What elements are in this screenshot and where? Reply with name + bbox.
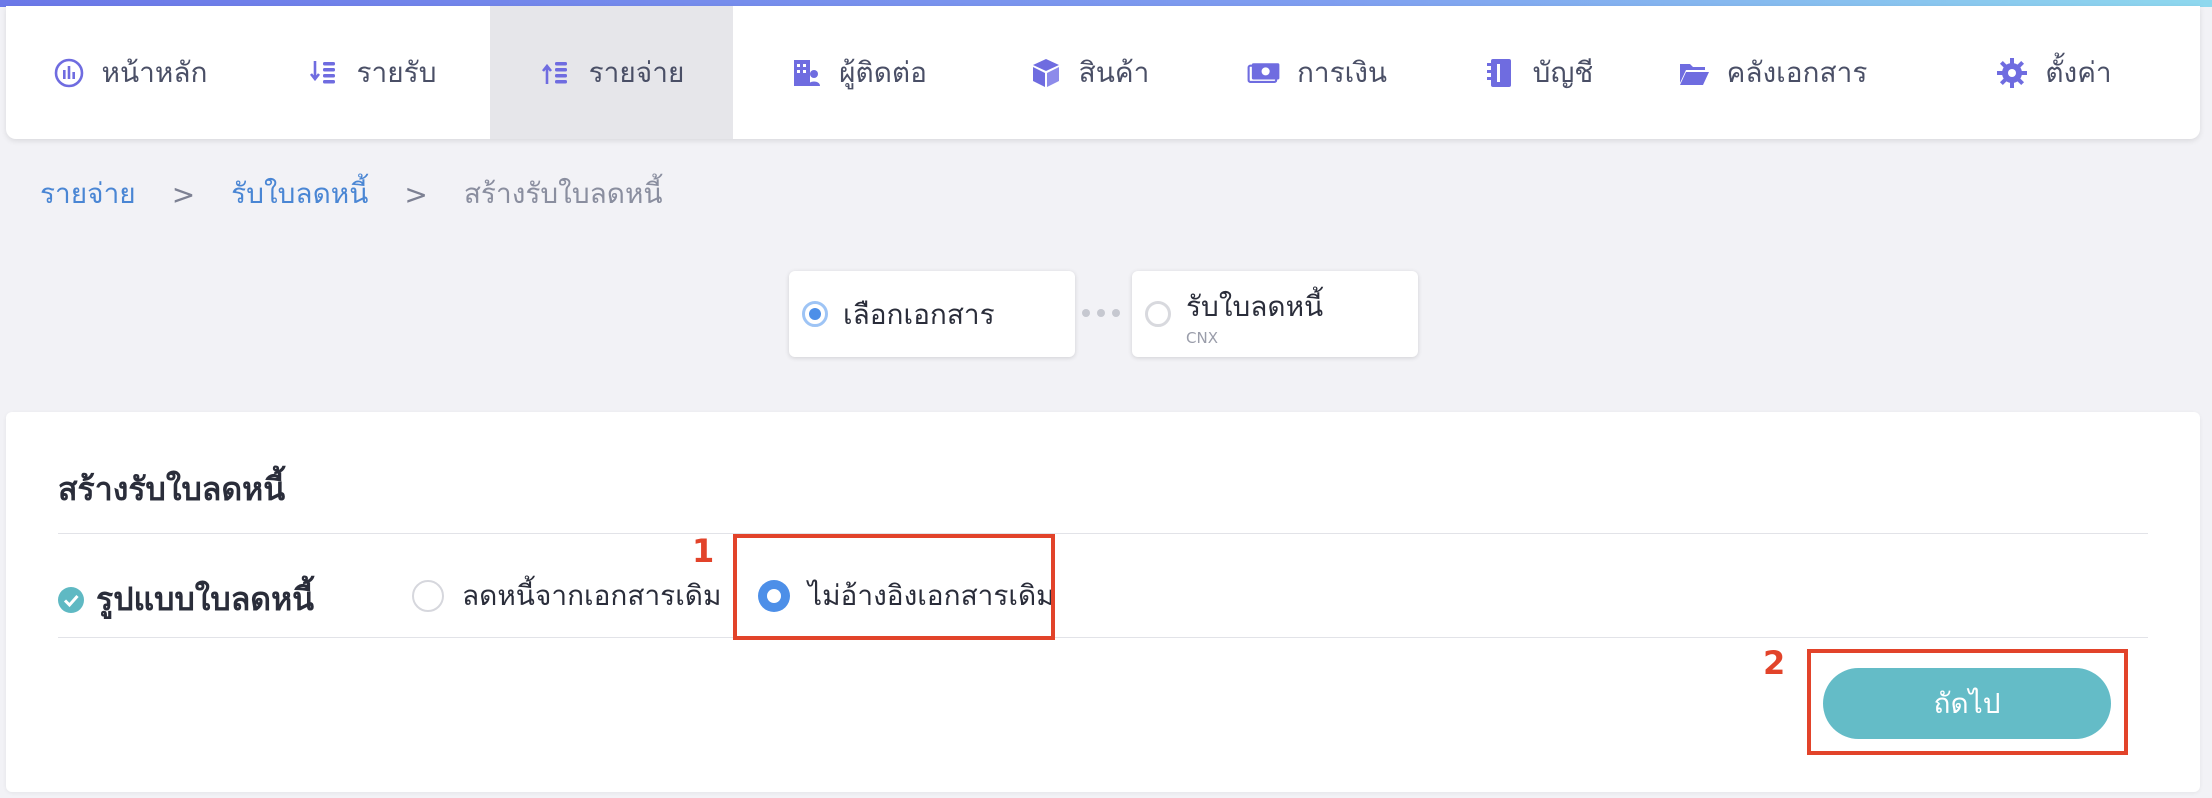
page-title: สร้างรับใบลดหนี้ xyxy=(58,470,286,508)
money-bill-icon xyxy=(1247,56,1281,90)
breadcrumb-link-expense[interactable]: รายจ่าย xyxy=(40,172,136,216)
folder-icon xyxy=(1677,56,1711,90)
step-receive-debit-note: รับใบลดหนี้ CNX xyxy=(1132,271,1418,357)
breadcrumb-separator: > xyxy=(404,177,428,211)
step-label: เลือกเอกสาร xyxy=(843,298,995,331)
radio-option-from-existing-document[interactable]: ลดหนี้จากเอกสารเดิม xyxy=(412,574,721,618)
breadcrumb-separator: > xyxy=(171,177,196,211)
step-connector-dots xyxy=(1082,309,1120,317)
contacts-building-icon xyxy=(789,56,823,90)
nav-label: ตั้งค่า xyxy=(2045,55,2112,89)
radio-label: ลดหนี้จากเอกสารเดิม xyxy=(462,579,722,612)
next-button[interactable]: ถัดไป xyxy=(1823,668,2111,739)
nav-label: รายรับ xyxy=(356,55,437,89)
nav-item-accounts[interactable]: บัญชี xyxy=(1439,6,1637,139)
nav-item-products[interactable]: สินค้า xyxy=(983,6,1195,139)
nav-label: การเงิน xyxy=(1296,55,1388,89)
nav-label: บัญชี xyxy=(1532,55,1594,89)
nav-label: คลังเอกสาร xyxy=(1726,55,1868,89)
field-label-text: รูปแบบใบลดหนี้ xyxy=(96,580,315,618)
nav-item-home[interactable]: หน้าหลัก xyxy=(6,6,253,139)
nav-label: รายจ่าย xyxy=(588,55,685,89)
income-sort-icon xyxy=(307,56,341,90)
nav-item-income[interactable]: รายรับ xyxy=(253,6,490,139)
product-box-icon xyxy=(1029,56,1063,90)
step-sub-code: CNX xyxy=(1186,329,1218,347)
breadcrumb-link-debit-note[interactable]: รับใบลดหนี้ xyxy=(231,172,368,216)
dashboard-chart-icon xyxy=(52,56,86,90)
nav-item-documents[interactable]: คลังเอกสาร xyxy=(1637,6,1907,139)
gear-icon xyxy=(1995,56,2029,90)
annotation-number-2: 2 xyxy=(1763,644,1786,682)
step-idle-indicator xyxy=(1145,301,1171,327)
expense-sort-icon xyxy=(539,56,573,90)
main-navbar: หน้าหลัก รายรับ รายจ่าย ผู้ติดต่อ สินค้า… xyxy=(6,6,2200,139)
breadcrumb-current: สร้างรับใบลดหนี้ xyxy=(463,177,663,210)
radio-circle[interactable] xyxy=(412,580,444,612)
nav-item-settings[interactable]: ตั้งค่า xyxy=(1907,6,2200,139)
annotation-box-1 xyxy=(733,534,1055,640)
ledger-book-icon xyxy=(1483,56,1517,90)
nav-item-finance[interactable]: การเงิน xyxy=(1195,6,1439,139)
field-label-debit-note-type: รูปแบบใบลดหนี้ xyxy=(58,574,314,625)
nav-label: สินค้า xyxy=(1078,55,1150,89)
nav-item-contacts[interactable]: ผู้ติดต่อ xyxy=(733,6,983,139)
check-circle-icon xyxy=(58,586,84,613)
nav-label: หน้าหลัก xyxy=(101,55,208,89)
nav-item-expense[interactable]: รายจ่าย xyxy=(490,6,733,139)
breadcrumb: รายจ่าย > รับใบลดหนี้ > สร้างรับใบลดหนี้ xyxy=(40,174,663,214)
annotation-number-1: 1 xyxy=(692,532,715,570)
step-select-document: เลือกเอกสาร xyxy=(789,271,1075,357)
nav-label: ผู้ติดต่อ xyxy=(839,55,927,89)
step-active-indicator xyxy=(802,301,828,327)
divider xyxy=(58,533,2148,534)
step-label: รับใบลดหนี้ xyxy=(1186,290,1324,323)
divider xyxy=(58,637,2148,638)
